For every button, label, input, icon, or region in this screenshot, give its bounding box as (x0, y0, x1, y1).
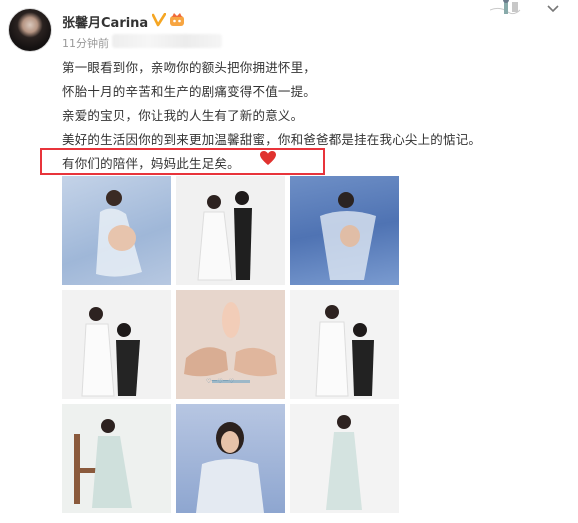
photo-4[interactable] (62, 290, 171, 399)
verified-v-icon (152, 13, 166, 27)
post-text-line-2: 怀胎十月的辛苦和生产的剧痛变得不值一提。 (62, 84, 317, 99)
photo-3-figure (320, 192, 376, 280)
photo-9-figure (326, 415, 362, 510)
photo-3[interactable] (290, 176, 399, 285)
photo-6[interactable] (290, 290, 399, 399)
photo-8[interactable] (176, 404, 285, 513)
post-source-blurred (112, 34, 222, 48)
photo-caption: ♡一♡一♡ (206, 378, 235, 385)
member-crown-badge-icon[interactable] (169, 12, 185, 27)
photo-5[interactable]: ♡一♡一♡ (176, 290, 285, 399)
photo-2[interactable] (176, 176, 285, 285)
highlight-box (40, 148, 325, 175)
photo-2-figure (197, 191, 252, 281)
photo-6-figure (315, 305, 374, 397)
post-timestamp[interactable]: 11分钟前 (62, 35, 109, 51)
post-text-line-1: 第一眼看到你，亲吻你的额头把你拥进怀里， (62, 60, 317, 75)
photo-1[interactable] (62, 176, 171, 285)
photo-9[interactable] (290, 404, 399, 513)
post-text-line-3: 亲爱的宝贝，你让我的人生有了新的意义。 (62, 108, 304, 123)
photo-7-figure (74, 419, 132, 508)
photo-7[interactable] (62, 404, 171, 513)
photo-4-figure (81, 307, 140, 397)
chevron-down-icon[interactable] (546, 4, 560, 14)
post-text-line-4: 美好的生活因你的到来更加温馨甜蜜，你和爸爸都是挂在我心尖上的惦记。 (62, 132, 482, 147)
photo-1-figure (96, 190, 142, 277)
author-avatar[interactable] (8, 8, 52, 52)
author-name[interactable]: 张馨月Carina (62, 12, 148, 31)
photo-8-figure (196, 422, 264, 513)
photo-grid: ♡一♡一♡ (62, 176, 402, 520)
